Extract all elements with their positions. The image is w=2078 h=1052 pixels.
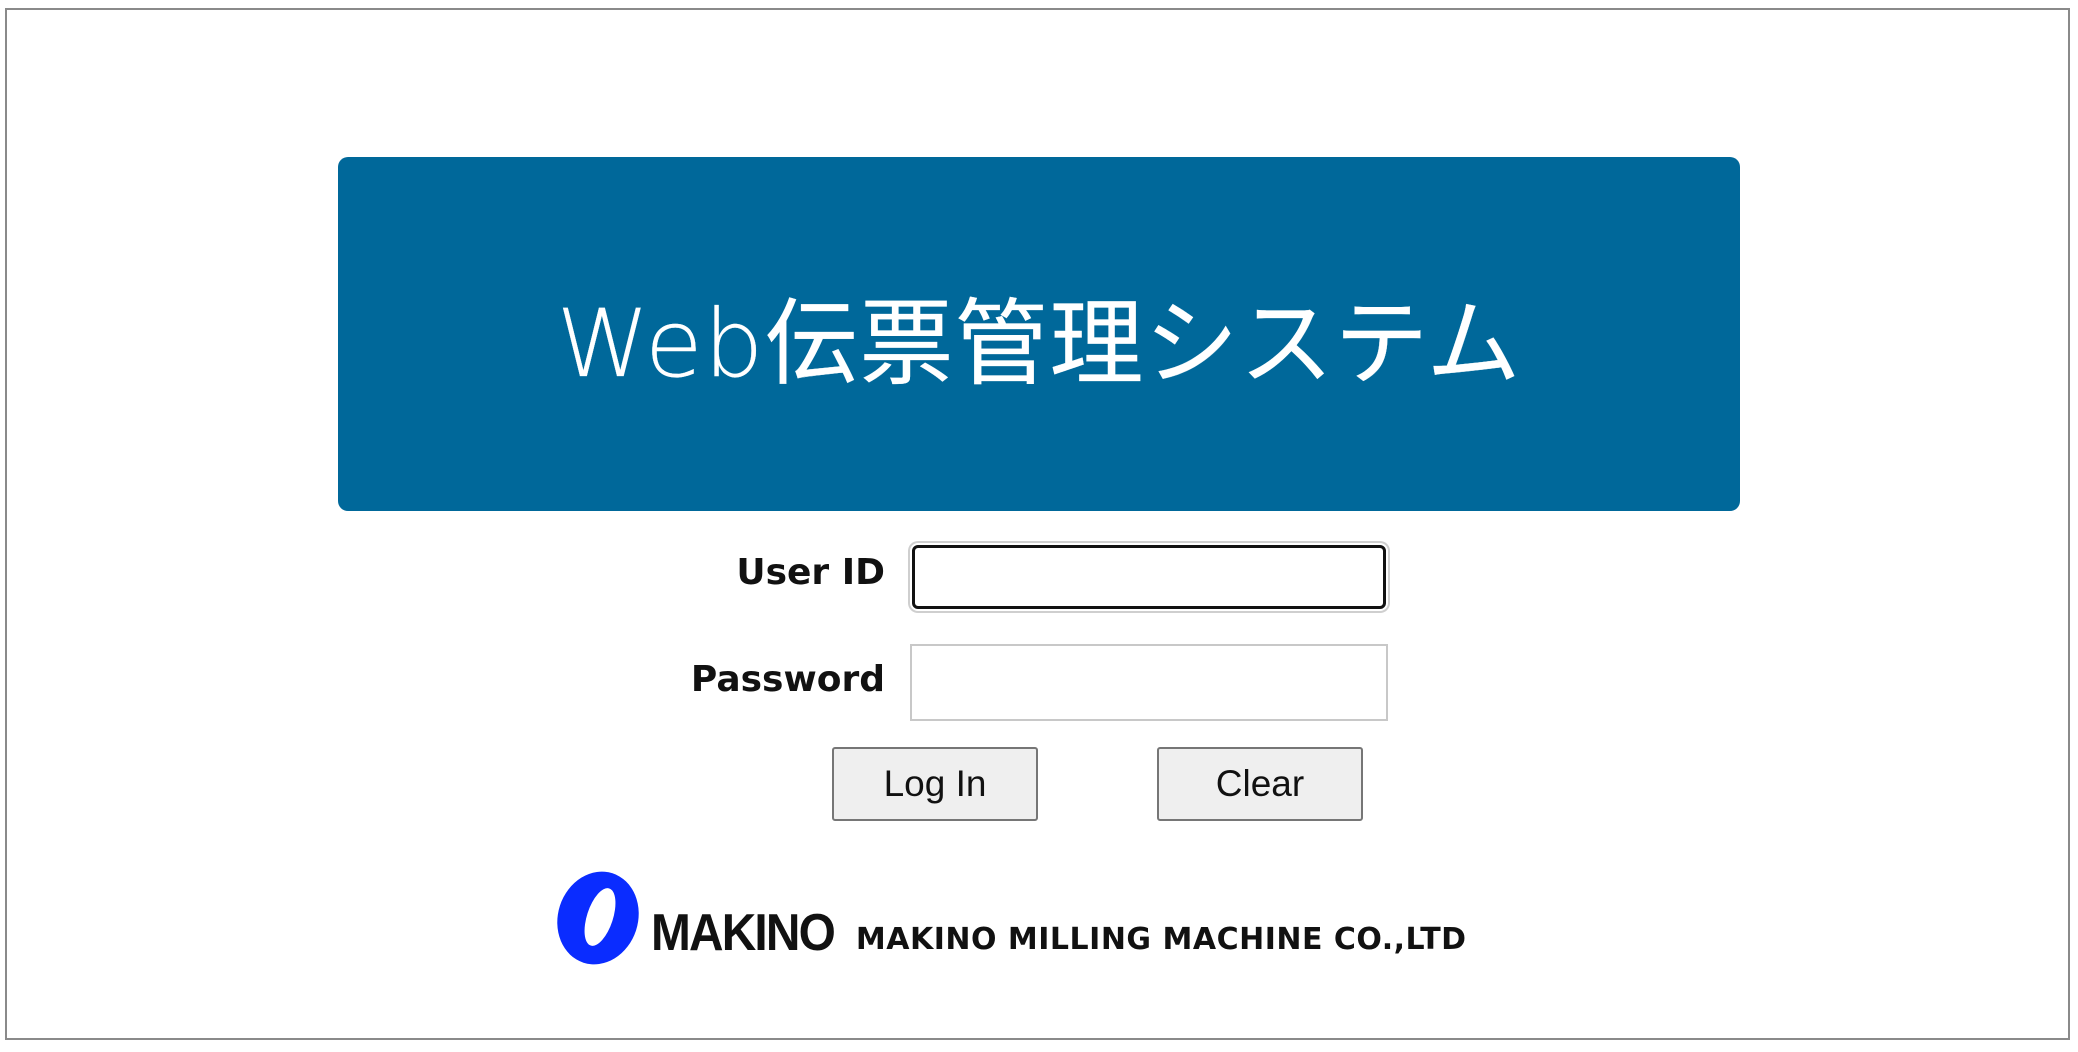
user-id-label: User ID	[736, 552, 885, 593]
system-title: Web伝票管理システム	[556, 290, 1522, 399]
makino-logo-text: MAKINO	[651, 904, 836, 962]
login-button[interactable]: Log In	[832, 747, 1038, 821]
clear-button[interactable]: Clear	[1157, 747, 1363, 821]
company-name: MAKINO MILLING MACHINE CO.,LTD	[855, 921, 1467, 957]
system-banner: Web伝票管理システム	[338, 157, 1740, 511]
user-id-input[interactable]	[912, 545, 1386, 609]
password-label: Password	[690, 659, 885, 700]
company-footer: MAKINO MAKINO MILLING MACHINE CO.,LTD	[553, 868, 1467, 968]
password-input[interactable]	[910, 644, 1388, 721]
makino-ring-icon	[557, 871, 639, 965]
